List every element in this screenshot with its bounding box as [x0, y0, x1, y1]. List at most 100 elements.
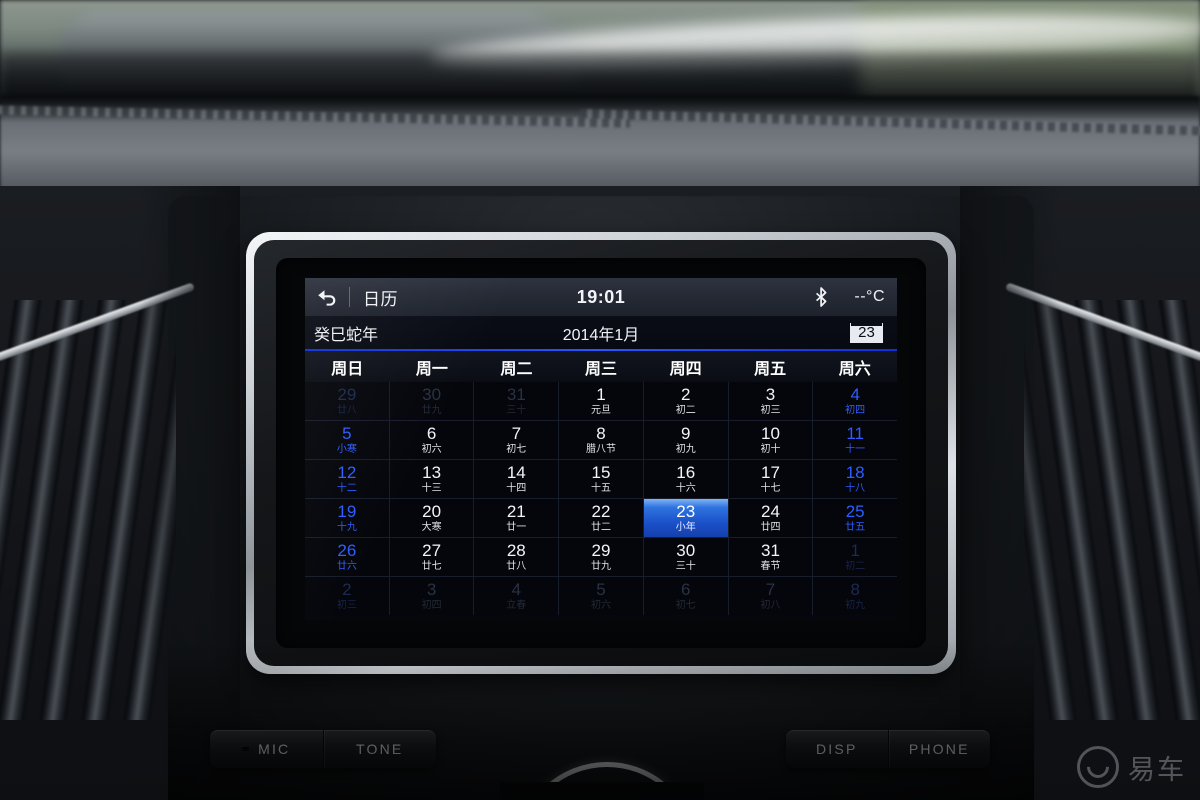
calendar-week-row: 26 廿六 27 廿七 28 廿八 29 廿九 30 三十 31 春节 1 初二	[305, 538, 897, 577]
day-number: 12	[337, 462, 357, 482]
weekday-label: 周四	[669, 360, 702, 378]
calendar-day-cell[interactable]: 4 初四	[813, 382, 897, 420]
day-number: 6	[681, 579, 691, 599]
calendar-day-cell[interactable]: 7 初八	[729, 577, 814, 615]
lunar-day-label: 初六	[421, 443, 442, 455]
lunar-day-label: 立春	[506, 599, 527, 611]
calendar-day-cell[interactable]: 5 初六	[559, 577, 644, 615]
calendar-day-cell[interactable]: 29 廿八	[305, 382, 390, 420]
day-number: 19	[337, 501, 357, 521]
day-number: 13	[422, 462, 442, 482]
lunar-day-label: 十九	[336, 521, 357, 533]
weekday-label: 周六	[838, 360, 871, 378]
day-number: 27	[422, 540, 442, 560]
lunar-day-label: 廿一	[506, 521, 527, 533]
calendar-day-cell[interactable]: 22 廿二	[559, 499, 644, 537]
calendar-day-cell-selected[interactable]: 23 小年	[643, 499, 729, 537]
day-number: 31	[760, 540, 780, 560]
calendar-day-cell[interactable]: 28 廿八	[474, 538, 560, 576]
calendar-day-cell[interactable]: 15 十五	[559, 460, 644, 498]
calendar-day-cell[interactable]: 2 初二	[644, 382, 729, 420]
calendar-header-bar: 癸巳蛇年 2014年1月 23	[305, 316, 897, 349]
calendar-day-cell[interactable]: 29 廿九	[559, 538, 644, 576]
lunar-day-label: 初四	[421, 599, 442, 611]
lunar-day-label: 初三	[760, 404, 781, 416]
lunar-day-label: 十七	[760, 482, 781, 494]
day-number: 8	[850, 579, 860, 599]
calendar-day-cell[interactable]: 20 大寒	[390, 499, 475, 537]
calendar-day-cell[interactable]: 31 春节	[729, 538, 814, 576]
calendar-day-cell[interactable]: 3 初三	[729, 382, 814, 420]
calendar-day-cell[interactable]: 26 廿六	[305, 538, 390, 576]
calendar-week-row: 29 廿八 30 廿九 31 三十 1 元旦 2 初二 3 初三 4 初四	[305, 382, 897, 421]
calendar-day-cell[interactable]: 13 十三	[390, 460, 475, 498]
calendar-day-cell[interactable]: 6 初七	[644, 577, 729, 615]
calendar-day-cell[interactable]: 5 小寒	[305, 421, 390, 459]
lunar-day-label: 腊八节	[586, 443, 617, 455]
calendar-day-cell[interactable]: 11 十一	[813, 421, 897, 459]
lunar-day-label: 十六	[675, 482, 696, 494]
day-number: 22	[591, 501, 611, 521]
day-number: 3	[426, 579, 437, 599]
lunar-day-label: 十四	[506, 482, 527, 494]
calendar-day-cell[interactable]: 3 初四	[390, 577, 475, 615]
calendar-day-cell[interactable]: 8 初九	[813, 577, 897, 615]
calendar-day-cell[interactable]: 24 廿四	[729, 499, 814, 537]
calendar-day-cell[interactable]: 10 初十	[729, 421, 814, 459]
calendar-day-cell[interactable]: 9 初九	[644, 421, 729, 459]
status-bar: 日历 19:01 --°C	[305, 278, 897, 316]
lunar-day-label: 初二	[675, 404, 696, 416]
calendar-day-cell[interactable]: 18 十八	[813, 460, 897, 498]
calendar-day-cell[interactable]: 8 腊八节	[559, 421, 644, 459]
lunar-day-label: 小寒	[336, 443, 357, 455]
bluetooth-icon	[816, 287, 827, 307]
lunar-day-label: 初二	[845, 560, 866, 572]
day-number: 2	[681, 384, 691, 404]
calendar-day-cell[interactable]: 12 十二	[305, 460, 390, 498]
day-number: 16	[676, 462, 696, 482]
lunar-day-label: 十八	[845, 482, 866, 494]
calendar-day-cell[interactable]: 1 元旦	[559, 382, 644, 420]
lunar-day-label: 十三	[421, 482, 442, 494]
day-number: 7	[511, 423, 522, 443]
temperature-readout: --°C	[854, 288, 885, 305]
lunar-day-label: 廿八	[506, 560, 527, 572]
calendar-day-cell[interactable]: 30 廿九	[390, 382, 475, 420]
calendar-day-cell[interactable]: 1 初二	[813, 538, 897, 576]
lunar-day-label: 十五	[591, 482, 612, 494]
calendar-day-cell[interactable]: 19 十九	[305, 499, 390, 537]
lunar-day-label: 廿五	[845, 521, 866, 533]
calendar-grid[interactable]: 29 廿八 30 廿九 31 三十 1 元旦 2 初二 3 初三 4 初四 5 小寒 6 初六 7 初七 8 腊八节 9 初九…	[305, 382, 897, 615]
watermark: 易车	[1077, 746, 1186, 788]
today-chip[interactable]: 23	[850, 322, 883, 343]
calendar-day-cell[interactable]: 16 十六	[644, 460, 729, 498]
day-number: 11	[846, 423, 864, 443]
month-title: 2014年1月	[562, 326, 640, 344]
calendar-day-cell[interactable]: 7 初七	[474, 421, 560, 459]
day-number: 26	[337, 540, 357, 560]
infotainment-screen[interactable]: 日历 19:01 --°C 癸巳蛇年 2014年1月 23 周日 周一 周二 周…	[305, 278, 897, 620]
lunar-day-label: 初九	[845, 599, 866, 611]
calendar-day-cell[interactable]: 6 初六	[390, 421, 475, 459]
calendar-day-cell[interactable]: 30 三十	[644, 538, 729, 576]
lunar-day-label: 初六	[591, 599, 612, 611]
calendar-day-cell[interactable]: 2 初三	[305, 577, 390, 615]
calendar-day-cell[interactable]: 31 三十	[474, 382, 560, 420]
calendar-day-cell[interactable]: 17 十七	[729, 460, 814, 498]
calendar-day-cell[interactable]: 27 廿七	[390, 538, 475, 576]
day-number: 14	[506, 462, 526, 482]
day-number: 20	[422, 501, 442, 521]
day-number: 5	[596, 579, 606, 599]
weekday-label: 周五	[754, 360, 787, 378]
day-number: 23	[676, 501, 696, 521]
watermark-text: 易车	[1128, 754, 1186, 785]
lunar-day-label: 初三	[336, 599, 357, 611]
day-number: 31	[506, 384, 526, 404]
calendar-day-cell[interactable]: 4 立春	[474, 577, 560, 615]
calendar-day-cell[interactable]: 14 十四	[474, 460, 560, 498]
calendar-week-row: 12 十二 13 十三 14 十四 15 十五 16 十六 17 十七 18 十八	[305, 460, 897, 499]
lunar-day-label: 廿八	[336, 404, 357, 416]
calendar-day-cell[interactable]: 21 廿一	[474, 499, 560, 537]
calendar-day-cell[interactable]: 25 廿五	[813, 499, 897, 537]
lunar-day-label: 初九	[675, 443, 696, 455]
